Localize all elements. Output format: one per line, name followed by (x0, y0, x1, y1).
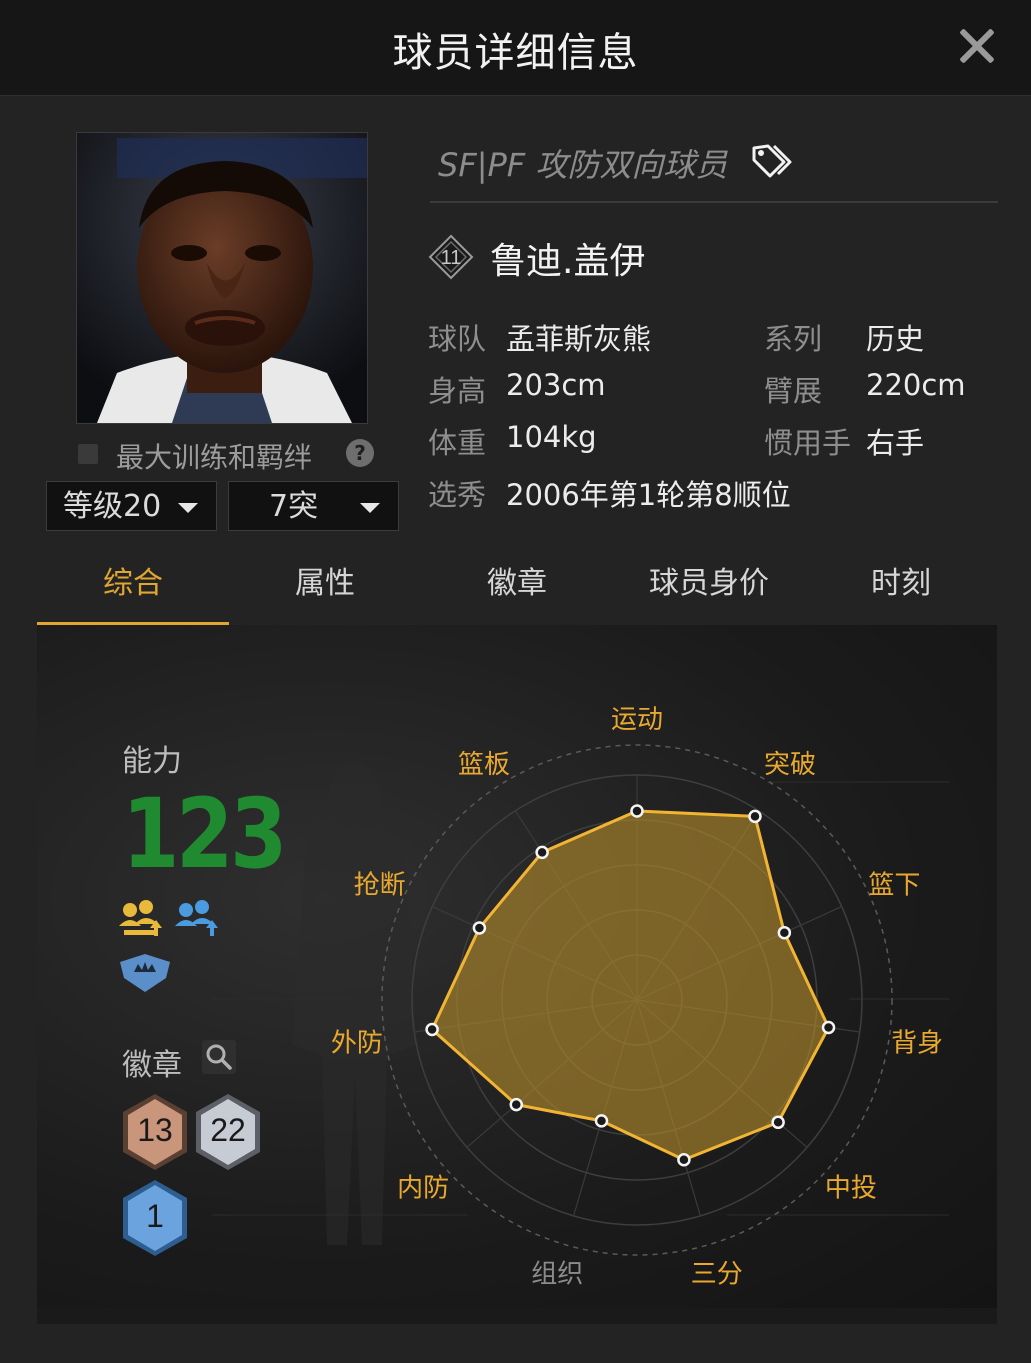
header-bar: 球员详细信息 (0, 0, 1031, 96)
badge-blue-count: 1 (146, 1198, 164, 1234)
info-label-series: 系列 (764, 322, 823, 356)
badge-bronze-count: 13 (137, 1112, 173, 1148)
info-label-height: 身高 (428, 374, 487, 408)
info-label-wingspan: 臂展 (764, 374, 823, 408)
two-way-gold-icon (119, 900, 162, 936)
jersey-number-icon: 11 (428, 234, 474, 280)
info-label-draft: 选秀 (428, 478, 487, 512)
badge-bronze[interactable]: 13 (120, 1092, 190, 1172)
max-training-row[interactable]: 最大训练和羁绊 ? (76, 436, 376, 474)
breakthrough-select-value: 7突 (269, 489, 319, 524)
level-select[interactable]: 等级20 (46, 481, 217, 531)
info-label-team: 球队 (428, 322, 487, 356)
crown-shield-icon (120, 954, 170, 992)
info-value-wingspan: 220cm (866, 368, 966, 402)
player-name: 鲁迪.盖伊 (490, 241, 646, 282)
tag-icon (752, 144, 792, 178)
max-training-checkbox[interactable] (78, 444, 98, 464)
skill-icons (119, 900, 218, 936)
badge-blue[interactable]: 1 (120, 1178, 190, 1258)
badge-label: 徽章 (122, 1048, 182, 1083)
level-select-value: 等级20 (63, 489, 162, 524)
player-portrait (76, 132, 368, 424)
ability-label: 能力 (122, 744, 182, 779)
tab-attributes[interactable]: 属性 (229, 555, 421, 625)
info-value-series: 历史 (866, 322, 925, 356)
chevron-down-icon (360, 503, 380, 513)
info-label-weight: 体重 (428, 426, 487, 460)
info-label-hand: 惯用手 (764, 426, 852, 460)
info-value-team: 孟菲斯灰熊 (506, 322, 652, 356)
ability-value: 123 (122, 778, 287, 890)
close-icon[interactable] (950, 20, 1004, 74)
search-icon (206, 1044, 232, 1070)
jersey-number: 11 (441, 247, 462, 269)
info-value-weight: 104kg (506, 420, 597, 454)
tab-overview[interactable]: 综合 (37, 555, 229, 625)
divider (430, 201, 998, 203)
player-role: SF|PF 攻防双向球员 (438, 146, 728, 184)
info-value-draft: 2006年第1轮第8顺位 (506, 478, 791, 512)
tab-moments[interactable]: 时刻 (805, 555, 997, 625)
help-icon[interactable]: ? (346, 439, 374, 467)
tab-badges[interactable]: 徽章 (421, 555, 613, 625)
badge-silver[interactable]: 22 (193, 1092, 263, 1172)
info-value-height: 203cm (506, 368, 606, 402)
info-value-hand: 右手 (866, 426, 925, 460)
panel-footer (37, 1308, 997, 1324)
breakthrough-select[interactable]: 7突 (228, 481, 399, 531)
badge-search-button[interactable] (202, 1040, 236, 1074)
badge-silver-count: 22 (210, 1112, 246, 1148)
tab-value[interactable]: 球员身价 (613, 555, 805, 625)
chevron-down-icon (178, 503, 198, 513)
max-training-label: 最大训练和羁绊 (116, 441, 313, 474)
two-way-blue-icon (175, 900, 218, 936)
page-title: 球员详细信息 (392, 30, 639, 76)
tab-bar: 综合 属性 徽章 球员身价 时刻 (37, 555, 997, 625)
